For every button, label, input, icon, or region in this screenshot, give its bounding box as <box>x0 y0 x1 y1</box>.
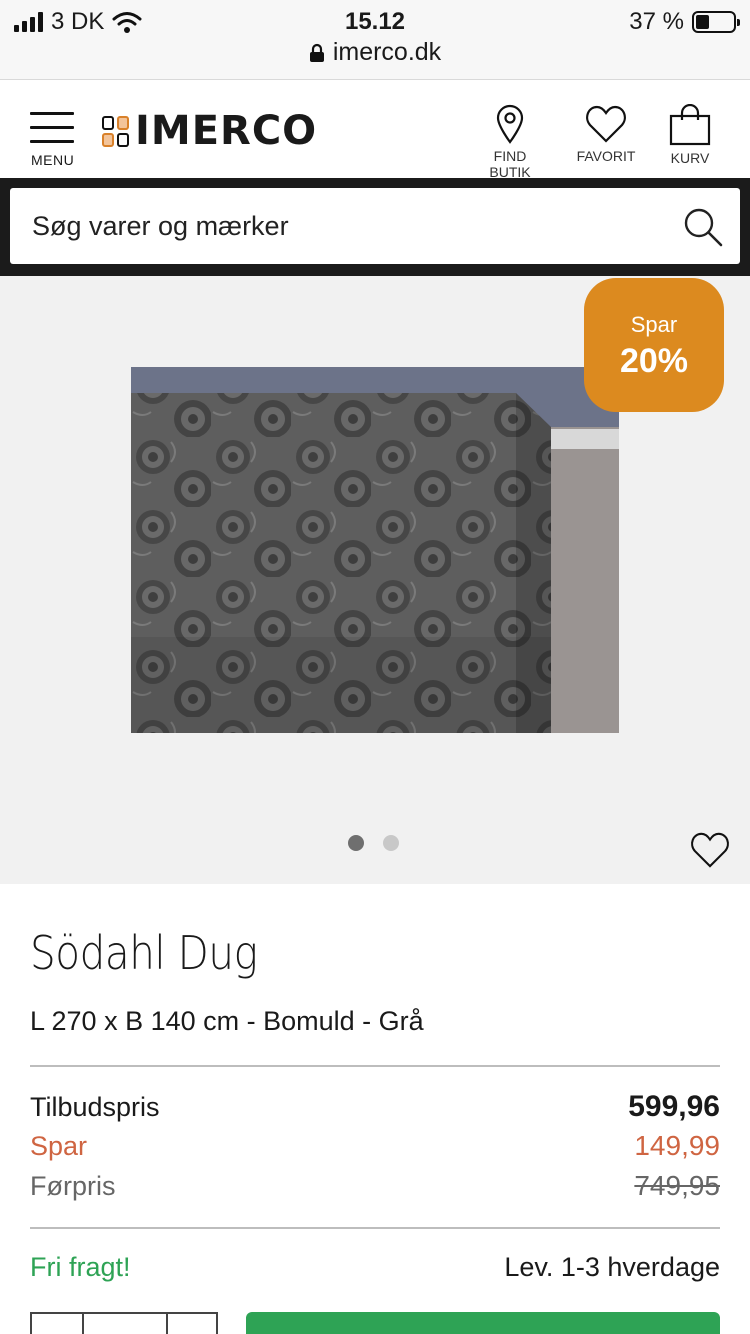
add-to-cart-button[interactable] <box>246 1312 720 1334</box>
favorite-label: FAVORIT <box>576 148 636 164</box>
divider <box>30 1227 720 1229</box>
shopping-bag-icon <box>669 104 711 146</box>
delivery-time-label: Lev. 1-3 hverdage <box>504 1252 720 1282</box>
product-image[interactable] <box>131 367 619 733</box>
battery-percent: 37 % <box>629 8 684 35</box>
increase-quantity-button[interactable] <box>168 1314 216 1334</box>
discount-badge-percent: 20% <box>619 342 689 380</box>
menu-label: MENU <box>31 152 75 168</box>
savings-row: Spar 149,99 <box>30 1130 720 1162</box>
site-header: MENU IMERCO FIND BUTIK FAVORIT KURV <box>0 80 750 180</box>
previous-price-label: Førpris <box>30 1171 116 1201</box>
free-shipping-label: Fri fragt! <box>30 1252 131 1282</box>
divider <box>30 1065 720 1067</box>
search-icon[interactable] <box>682 206 724 248</box>
status-bar: 3 DK 15.12 37 % imerco.dk <box>0 0 750 80</box>
find-store-button[interactable]: FIND BUTIK <box>472 104 548 180</box>
find-store-label: FIND BUTIK <box>489 148 531 180</box>
discount-badge-label: Spar <box>630 312 678 337</box>
discount-badge: Spar 20% <box>584 278 724 412</box>
previous-price-value: 749,95 <box>634 1170 720 1201</box>
decrease-quantity-button[interactable] <box>32 1314 84 1334</box>
search-box <box>10 188 740 264</box>
offer-price-row: Tilbudspris 599,96 <box>30 1090 720 1124</box>
address-bar[interactable]: imerco.dk <box>0 38 750 67</box>
hamburger-icon <box>30 112 74 115</box>
savings-label: Spar <box>30 1131 88 1161</box>
quantity-stepper[interactable] <box>30 1312 218 1334</box>
savings-value: 149,99 <box>634 1130 720 1161</box>
offer-price-value: 599,96 <box>628 1090 720 1123</box>
battery-fill <box>696 15 710 29</box>
tablecloth-image <box>131 367 619 733</box>
logo-text: IMERCO <box>135 108 318 154</box>
battery-icon <box>692 11 740 33</box>
hamburger-icon-line <box>30 140 74 143</box>
battery-indicator: 37 % <box>629 8 740 36</box>
search-bar <box>0 178 750 276</box>
product-subtitle: L 270 x B 140 cm - Bomuld - Grå <box>30 1006 424 1036</box>
cart-label: KURV <box>670 150 710 166</box>
product-info: Södahl Dug L 270 x B 140 cm - Bomuld - G… <box>0 884 750 1334</box>
menu-button[interactable] <box>30 112 74 154</box>
location-pin-icon <box>496 104 524 144</box>
hamburger-icon-line <box>30 126 74 129</box>
cart-button[interactable]: KURV <box>666 104 714 166</box>
offer-price-label: Tilbudspris <box>30 1092 160 1122</box>
gallery-dot[interactable] <box>348 835 364 851</box>
favorites-button[interactable]: FAVORIT <box>575 104 637 164</box>
gallery-dot[interactable] <box>383 835 399 851</box>
product-title: Södahl Dug <box>30 926 258 980</box>
imerco-logo[interactable]: IMERCO <box>102 108 317 154</box>
previous-price-row: Førpris 749,95 <box>30 1170 720 1202</box>
gallery-pagination <box>348 835 399 851</box>
quantity-field[interactable] <box>84 1314 168 1334</box>
search-input[interactable] <box>10 188 660 264</box>
shipping-row: Fri fragt! Lev. 1-3 hverdage <box>30 1252 720 1283</box>
logo-mark-icon <box>102 115 129 147</box>
add-to-favorites-heart-icon[interactable] <box>690 831 730 869</box>
product-gallery: Spar 20% <box>0 276 750 884</box>
url-text: imerco.dk <box>332 38 442 66</box>
lock-icon <box>309 43 324 62</box>
heart-icon <box>586 105 626 143</box>
